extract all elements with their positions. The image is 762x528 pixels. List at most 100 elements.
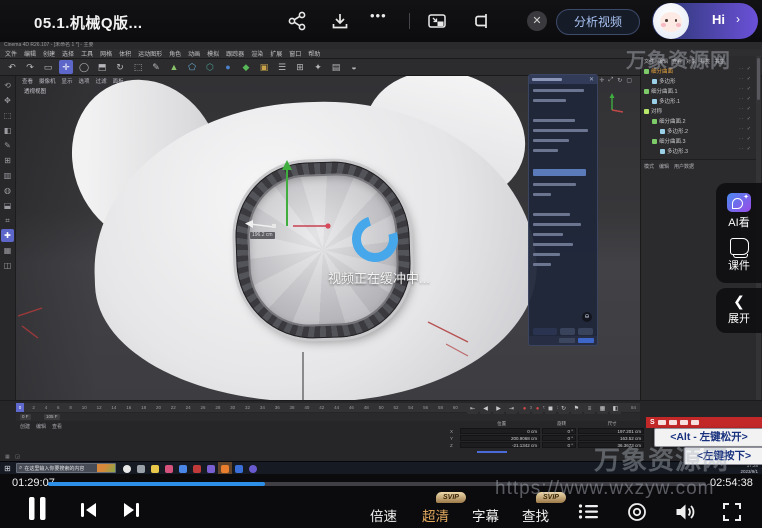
volume-icon[interactable] [674, 502, 696, 522]
object-toggles[interactable]: ·· ✓ [739, 76, 752, 82]
transport-button[interactable]: ⚑ [571, 404, 582, 414]
object-toggles[interactable]: ·· ✓ [739, 126, 752, 132]
c4d-menu-item[interactable]: 网格 [100, 49, 112, 58]
object-tree-row[interactable]: 多边形 ·· ✓ [641, 76, 756, 86]
object-tree-row[interactable]: 细分曲面.2 ·· ✓ [641, 116, 756, 126]
object-tree-row[interactable]: 细分曲面.3 ·· ✓ [641, 136, 756, 146]
c4d-menu-item[interactable]: 文件 [5, 49, 17, 58]
search-in-video-button[interactable]: 查找 [522, 505, 549, 525]
c4d-tool-icon[interactable]: ⬚ [131, 60, 145, 74]
object-tree-row[interactable]: 细分曲面 ·· ✓ [641, 66, 756, 76]
c4d-tool-icon[interactable]: ✛ [59, 60, 73, 74]
c4d-tool-icon[interactable]: ↶ [5, 60, 19, 74]
material-menu-item[interactable]: 编辑 [36, 423, 46, 430]
c4d-side-tool-icon[interactable]: ⊞ [1, 154, 14, 167]
transport-button[interactable]: ⇤ [467, 404, 478, 414]
c4d-side-tool-icon[interactable]: ✎ [1, 139, 14, 152]
object-manager-menu-item[interactable]: 编辑 [658, 58, 668, 65]
transport-button[interactable]: ▶ [493, 404, 504, 414]
transport-button[interactable]: ↻ [558, 404, 569, 414]
assistant-avatar[interactable] [653, 3, 689, 39]
dialog-close-icon[interactable]: ✕ [589, 76, 594, 83]
c4d-side-tool-icon[interactable]: ⌗ [1, 214, 14, 227]
object-tree-row[interactable]: 多边形.2 ·· ✓ [641, 126, 756, 136]
c4d-side-tool-icon[interactable]: ◧ [1, 124, 14, 137]
screen-cast-icon[interactable] [470, 11, 490, 31]
record-screen-icon[interactable] [627, 502, 647, 522]
material-menu-item[interactable]: 查看 [52, 423, 62, 430]
c4d-tool-icon[interactable]: ▣ [257, 60, 271, 74]
pause-button[interactable] [27, 496, 49, 521]
c4d-tool-icon[interactable]: ◆ [239, 60, 253, 74]
object-manager-menu-item[interactable]: 文件 [644, 58, 654, 65]
picture-in-picture-icon[interactable] [427, 11, 447, 31]
transport-button[interactable]: ◧ [610, 404, 621, 414]
object-toggles[interactable]: ·· ✓ [739, 86, 752, 92]
fullscreen-icon[interactable] [722, 502, 742, 522]
c4d-side-tool-icon[interactable]: ✥ [1, 94, 14, 107]
object-toggles[interactable]: ·· ✓ [739, 96, 752, 102]
object-tree-row[interactable]: 细分曲面.1 ·· ✓ [641, 86, 756, 96]
c4d-tool-icon[interactable]: ▭ [41, 60, 55, 74]
c4d-menu-item[interactable]: 动画 [188, 49, 200, 58]
c4d-side-tool-icon[interactable]: ◫ [1, 259, 14, 272]
next-button[interactable] [121, 501, 141, 519]
previous-button[interactable] [79, 501, 99, 519]
c4d-side-tool-icon[interactable]: ⬓ [1, 199, 14, 212]
subtitle-button[interactable]: 字幕 [472, 505, 499, 525]
quality-button[interactable]: 超清 [422, 505, 449, 525]
c4d-menu-item[interactable]: 窗口 [289, 49, 301, 58]
c4d-menu-item[interactable]: 渲染 [251, 49, 263, 58]
coordinate-value[interactable]: 0 ° [542, 442, 576, 448]
c4d-floating-dialog[interactable]: ✕ ⊖ [528, 74, 598, 346]
playlist-icon[interactable] [578, 503, 599, 520]
c4d-tool-icon[interactable]: ⬠ [185, 60, 199, 74]
transport-button[interactable]: ⇥ [506, 404, 517, 414]
speed-button[interactable]: 倍速 [370, 505, 397, 525]
more-icon[interactable]: ••• [370, 8, 390, 28]
object-toggles[interactable]: ·· ✓ [739, 146, 752, 152]
object-tree-row[interactable]: 对称 ·· ✓ [641, 106, 756, 116]
c4d-tool-icon[interactable]: ✎ [149, 60, 163, 74]
coordinate-value[interactable]: 0 cm [460, 428, 540, 434]
courseware-button[interactable]: 课件 [728, 238, 750, 273]
c4d-menu-item[interactable]: 工具 [81, 49, 93, 58]
object-toggles[interactable]: ·· ✓ [739, 66, 752, 72]
c4d-side-tool-icon[interactable]: ▥ [1, 169, 14, 182]
c4d-menu-item[interactable]: 创建 [43, 49, 55, 58]
c4d-menu-item[interactable]: 跟踪器 [226, 49, 244, 58]
analyze-video-button[interactable]: 分析视频 [556, 9, 640, 35]
c4d-menu-item[interactable]: 编辑 [24, 49, 36, 58]
transport-button[interactable]: ▦ [597, 404, 608, 414]
transport-button[interactable]: ◀ [480, 404, 491, 414]
dialog-tab-active[interactable] [578, 338, 594, 343]
object-toggles[interactable]: ·· ✓ [739, 136, 752, 142]
coordinate-value[interactable]: -21.1342 cm [460, 442, 540, 448]
attribute-tab[interactable]: 用户数据 [674, 163, 694, 170]
dialog-header[interactable]: ✕ [529, 75, 597, 84]
object-toggles[interactable]: ·· ✓ [739, 116, 752, 122]
attribute-tab[interactable]: 编辑 [659, 163, 669, 170]
object-tree-row[interactable]: 多边形.1 ·· ✓ [641, 96, 756, 106]
c4d-side-tool-icon[interactable]: ▦ [1, 244, 14, 257]
dialog-button[interactable] [560, 328, 575, 335]
c4d-tool-icon[interactable]: ⬡ [203, 60, 217, 74]
notification-banner[interactable]: S [646, 417, 762, 428]
c4d-menu-item[interactable]: 角色 [169, 49, 181, 58]
c4d-tool-icon[interactable]: ✦ [311, 60, 325, 74]
share-icon[interactable] [287, 11, 307, 31]
transport-button[interactable]: ≡ [584, 404, 595, 414]
coordinates-slider[interactable] [477, 451, 507, 453]
c4d-tool-icon[interactable]: ↷ [23, 60, 37, 74]
c4d-side-tool-icon[interactable]: ✚ [1, 229, 14, 242]
taskbar-search-input[interactable]: ⌕ 在这里输入你要搜索的内容 [16, 463, 116, 473]
c4d-menu-item[interactable]: 运动图形 [138, 49, 162, 58]
c4d-tool-icon[interactable]: ◯ [77, 60, 91, 74]
c4d-side-tool-icon[interactable]: ⬚ [1, 109, 14, 122]
c4d-tool-icon[interactable]: ☰ [275, 60, 289, 74]
coordinate-value[interactable]: 200.9068 cm [460, 435, 540, 441]
download-icon[interactable] [330, 11, 350, 31]
attribute-tab[interactable]: 模式 [644, 163, 654, 170]
dialog-input[interactable] [533, 328, 557, 335]
start-button-icon[interactable]: ⊞ [4, 464, 11, 473]
